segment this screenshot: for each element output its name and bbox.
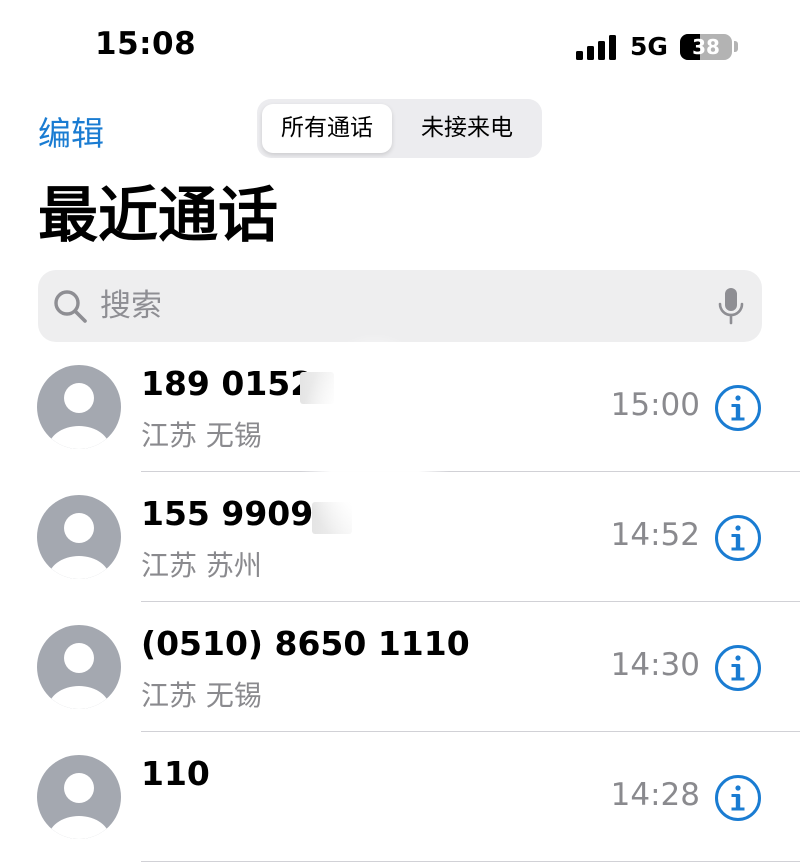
search-input[interactable]: 搜索 [100, 270, 162, 342]
call-time: 14:30 [610, 647, 700, 683]
info-icon[interactable] [714, 774, 762, 822]
battery-cap [734, 41, 738, 52]
call-row[interactable]: (0510) 8650 1110 江苏 无锡 14:30 [0, 602, 800, 732]
call-time: 14:52 [610, 517, 700, 553]
caller-number: 110 [141, 754, 210, 793]
caller-number: (0510) 8650 1110 [141, 624, 470, 663]
call-row[interactable]: 189 0152 江苏 无锡 15:00 [0, 342, 800, 472]
avatar-icon [37, 625, 121, 709]
search-bar[interactable]: 搜索 [38, 270, 762, 342]
page-title: 最近通话 [38, 181, 278, 251]
info-icon[interactable] [714, 514, 762, 562]
search-icon [54, 290, 87, 323]
caller-location: 江苏 无锡 [141, 419, 262, 452]
battery-level: 38 [692, 35, 720, 59]
edit-button[interactable]: 编辑 [38, 107, 104, 155]
call-time: 15:00 [610, 387, 700, 423]
call-time: 14:28 [610, 777, 700, 813]
status-time: 15:08 [95, 26, 197, 62]
cellular-signal-icon [576, 35, 618, 60]
avatar-icon [37, 755, 121, 839]
microphone-icon[interactable] [716, 287, 746, 327]
caller-location: 江苏 无锡 [141, 679, 262, 712]
battery-icon: 38 [680, 34, 732, 60]
caller-number: 189 0152 [141, 364, 314, 403]
info-icon[interactable] [714, 384, 762, 432]
caller-number: 155 9909 [141, 494, 314, 533]
status-bar: 15:08 5G 38 [0, 0, 800, 95]
avatar-icon [37, 365, 121, 449]
call-row[interactable]: 110 14:28 [0, 732, 800, 862]
segment-all-calls[interactable]: 所有通话 [262, 104, 392, 153]
info-icon[interactable] [714, 644, 762, 692]
call-filter-segmented-control: 所有通话 未接来电 [257, 99, 542, 158]
avatar-icon [37, 495, 121, 579]
network-type: 5G [630, 32, 668, 61]
redacted-digits [312, 502, 352, 534]
recent-calls-list: 189 0152 江苏 无锡 15:00 155 9909 江苏 苏州 14:5… [0, 342, 800, 862]
caller-location: 江苏 苏州 [141, 549, 262, 582]
call-row[interactable]: 155 9909 江苏 苏州 14:52 [0, 472, 800, 602]
segment-missed-calls[interactable]: 未接来电 [397, 104, 537, 153]
redacted-digits [300, 372, 334, 404]
